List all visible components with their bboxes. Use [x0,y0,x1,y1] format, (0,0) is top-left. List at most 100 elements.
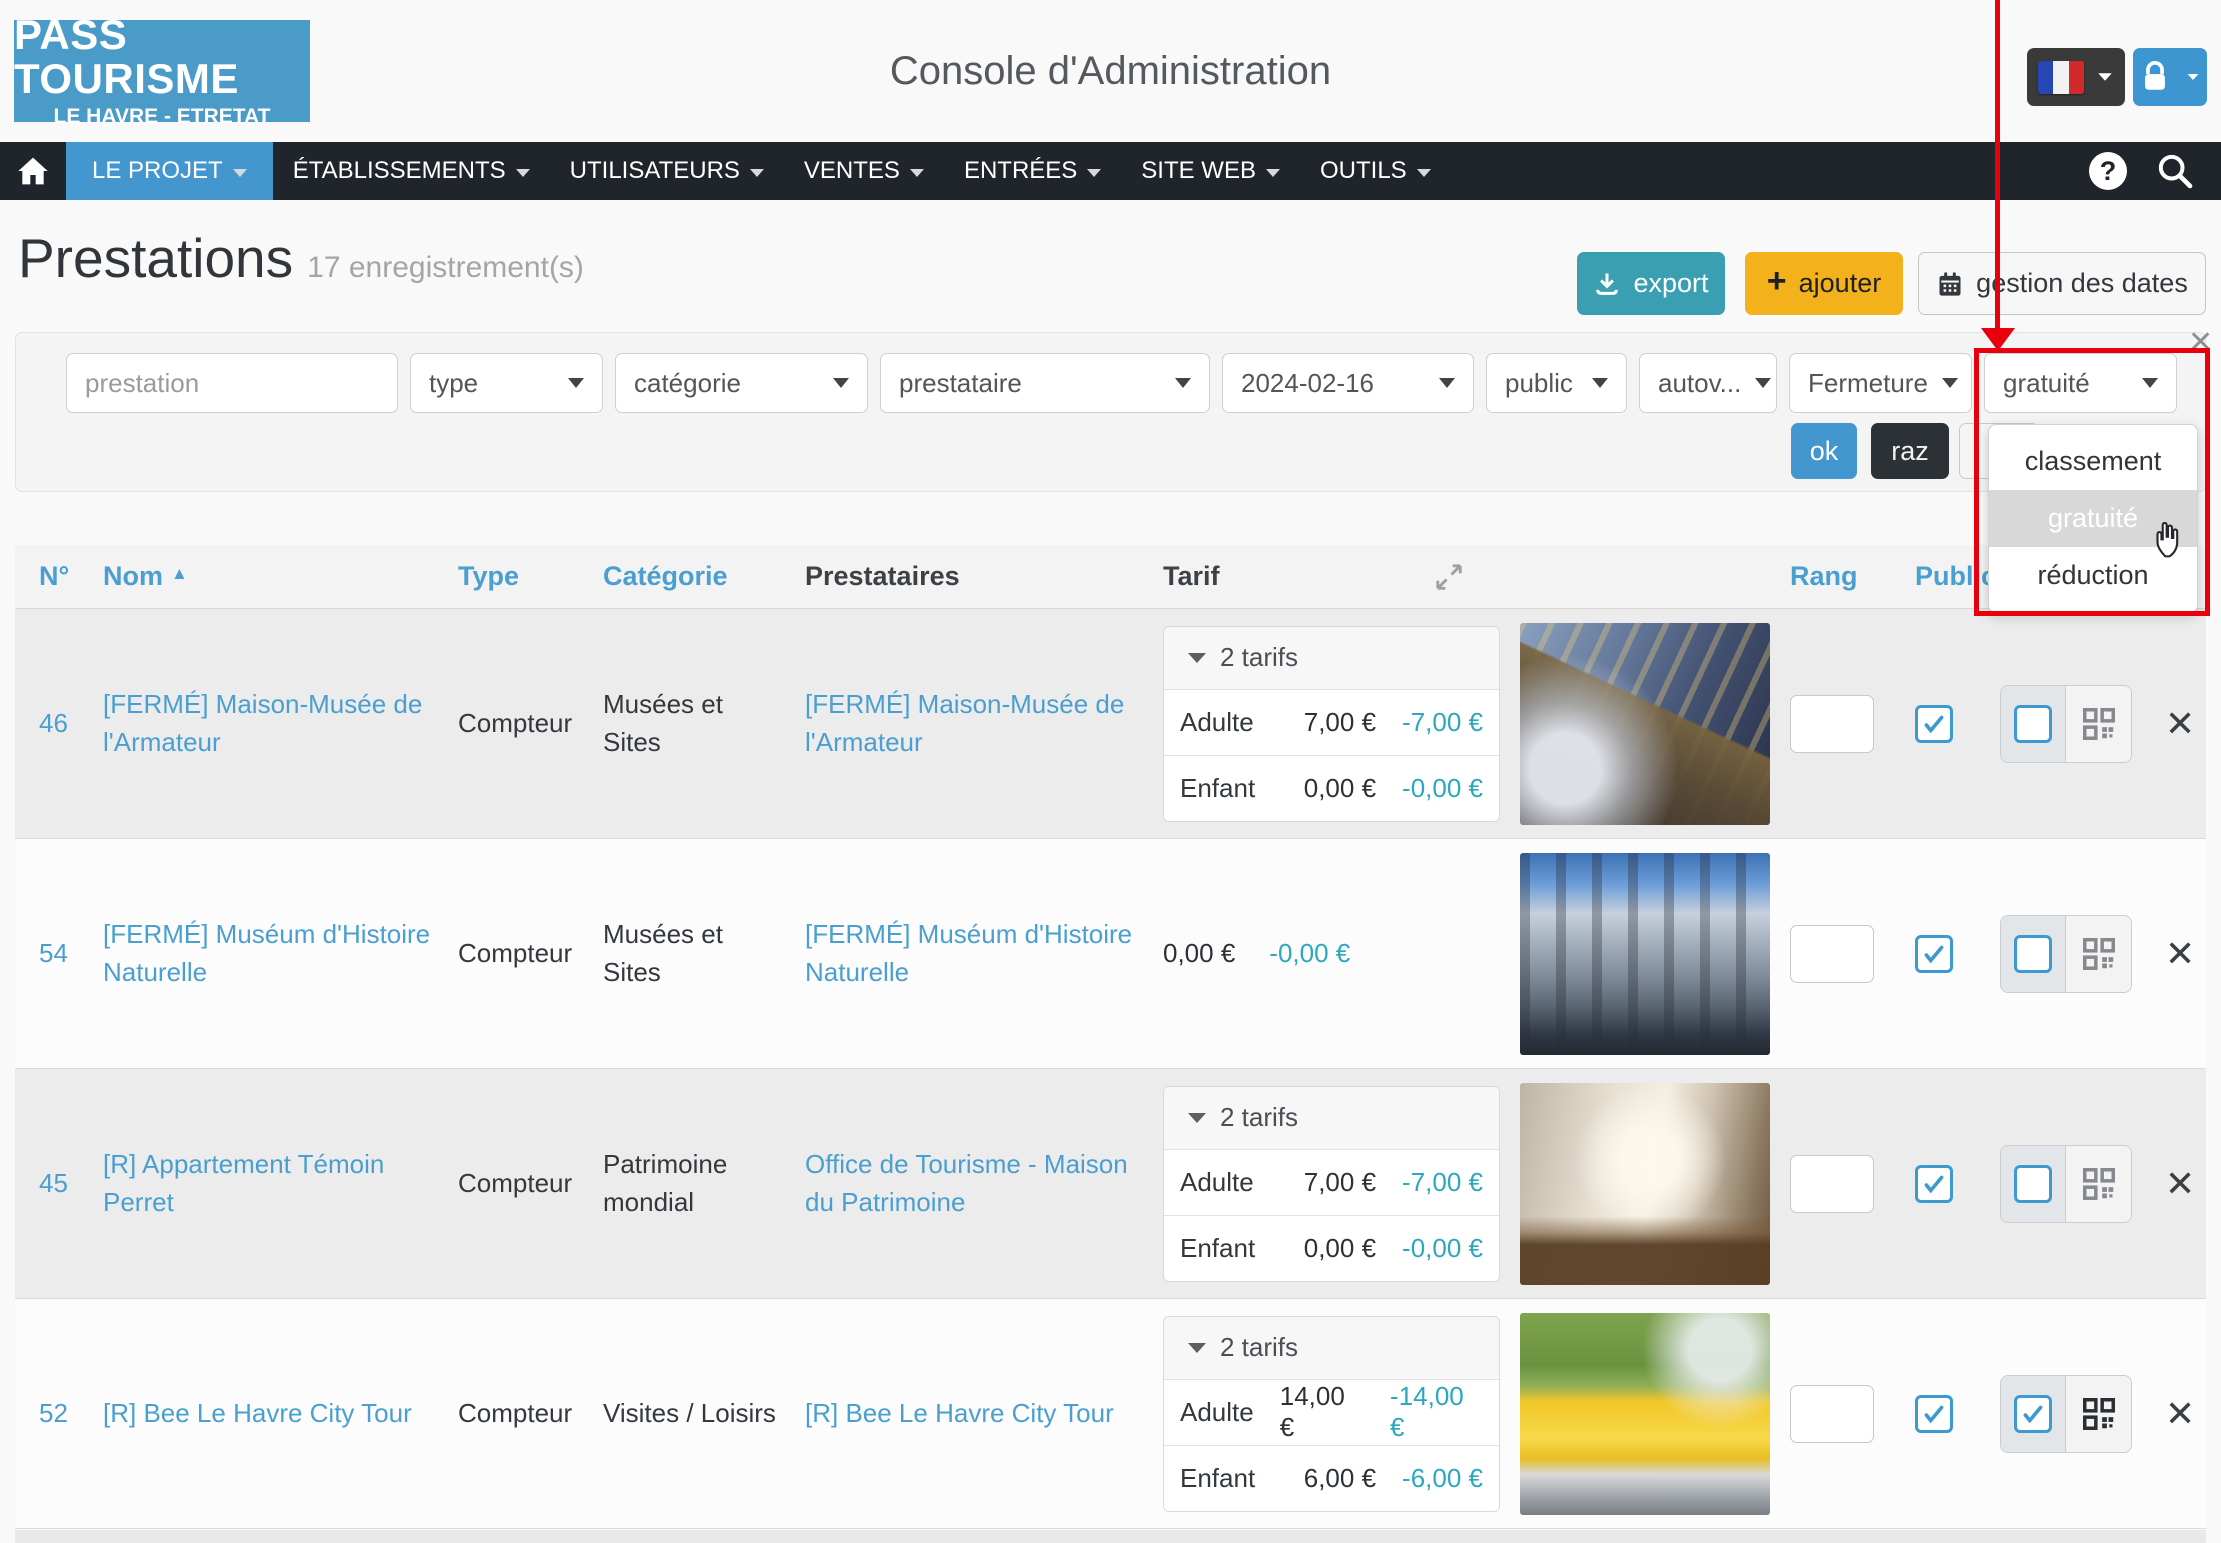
qr-code-icon [2080,935,2118,973]
download-icon [1593,270,1621,298]
select-cell[interactable] [2001,1376,2066,1452]
tarif-price: 0,00 € [1163,938,1235,969]
public-checkbox[interactable] [1915,1165,1953,1203]
col-header-tarif: Tarif [1163,561,1520,592]
nav-home-button[interactable] [0,142,66,200]
rang-input[interactable] [1790,1155,1874,1213]
qr-cell[interactable] [2066,686,2131,762]
rang-input[interactable] [1790,695,1874,753]
chevron-down-icon [516,169,530,177]
select-checkbox[interactable] [2014,705,2052,743]
chevron-down-icon [2098,73,2112,81]
chevron-down-icon [910,169,924,177]
row-num: 46 [39,708,103,739]
qr-cell[interactable] [2066,916,2131,992]
tarif-panel: 2 tarifsAdulte7,00 €-7,00 €Enfant0,00 €-… [1163,626,1500,822]
qr-code-icon [2080,705,2118,743]
select-cell[interactable] [2001,1146,2066,1222]
row-category: Patrimoine mondial [603,1146,777,1221]
chevron-down-icon [1942,378,1958,388]
tarif-label: Adulte [1180,1167,1278,1198]
prestation-name-link[interactable]: [FERMÉ] Maison-Musée de l'Armateur [103,689,422,757]
chevron-down-icon [1439,378,1455,388]
tarif-cell: 2 tarifsAdulte7,00 €-7,00 €Enfant0,00 €-… [1163,1086,1520,1282]
tarif-toggle[interactable]: 2 tarifs [1164,627,1499,689]
qr-cell[interactable] [2066,1376,2131,1452]
select-checkbox[interactable] [2014,1395,2052,1433]
provider-link[interactable]: [R] Bee Le Havre City Tour [805,1398,1114,1428]
nav-item-entrees[interactable]: ENTRÉES [944,142,1121,200]
type-select[interactable]: type [410,353,603,413]
chevron-down-icon [1266,169,1280,177]
language-dropdown-button[interactable] [2027,48,2125,106]
nav-item-etablissements[interactable]: ÉTABLISSEMENTS [273,142,550,200]
public-checkbox[interactable] [1915,705,1953,743]
autov-select[interactable]: autov... [1639,353,1777,413]
provider-link[interactable]: Office de Tourisme - Maison du Patrimoin… [805,1149,1128,1217]
tarif-discount: -7,00 € [1402,1167,1483,1198]
col-header-rang[interactable]: Rang [1790,561,1915,592]
expand-icon[interactable] [1434,562,1464,592]
search-input[interactable] [85,368,379,399]
tarif-line: Adulte7,00 €-7,00 € [1164,1149,1499,1215]
nav-item-le-projet[interactable]: LE PROJET [66,142,273,200]
search-icon[interactable] [2155,151,2195,191]
categorie-select[interactable]: catégorie [615,353,868,413]
help-icon[interactable]: ? [2089,152,2127,190]
tarif-toggle[interactable]: 2 tarifs [1164,1087,1499,1149]
table-row: 45 [R] Appartement Témoin Perret Compteu… [15,1069,2206,1299]
row-category: Musées et Sites [603,916,777,991]
add-button[interactable]: + ajouter [1745,252,1903,315]
provider-link[interactable]: [FERMÉ] Muséum d'Histoire Naturelle [805,919,1132,987]
col-header-nom[interactable]: Nom▲ [103,561,458,592]
tarif-toggle[interactable]: 2 tarifs [1164,1317,1499,1379]
chevron-down-icon [833,378,849,388]
select-checkbox[interactable] [2014,1165,2052,1203]
raz-button[interactable]: raz [1871,423,1949,479]
prestataire-select[interactable]: prestataire [880,353,1210,413]
caret-down-icon [1188,1343,1206,1353]
prestation-name-link[interactable]: [R] Bee Le Havre City Tour [103,1398,412,1428]
date-select[interactable]: 2024-02-16 [1222,353,1474,413]
provider-link[interactable]: [FERMÉ] Maison-Musée de l'Armateur [805,689,1124,757]
col-header-type[interactable]: Type [458,561,603,592]
col-header-num[interactable]: N° [39,561,103,592]
public-select[interactable]: public [1486,353,1627,413]
prestation-search-field[interactable] [66,353,398,413]
export-button[interactable]: export [1577,252,1725,315]
nav-item-utilisateurs[interactable]: UTILISATEURS [550,142,784,200]
caret-down-icon [1188,653,1206,663]
row-category: Visites / Loisirs [603,1395,777,1433]
table-row: 46 [FERMÉ] Maison-Musée de l'Armateur Co… [15,609,2206,839]
select-cell[interactable] [2001,686,2066,762]
nav-item-ventes[interactable]: VENTES [784,142,944,200]
account-lock-dropdown-button[interactable] [2133,48,2207,106]
qr-cell[interactable] [2066,1146,2131,1222]
public-checkbox[interactable] [1915,1395,1953,1433]
nav-item-site-web[interactable]: SITE WEB [1121,142,1300,200]
delete-icon[interactable]: ✕ [2165,1163,2195,1204]
rang-input[interactable] [1790,1385,1874,1443]
public-checkbox[interactable] [1915,935,1953,973]
next-row-edge [15,1530,2206,1543]
prestation-name-link[interactable]: [FERMÉ] Muséum d'Histoire Naturelle [103,919,430,987]
tarif-cell: 0,00 €-0,00 € [1163,938,1520,969]
rang-input[interactable] [1790,925,1874,983]
select-cell[interactable] [2001,916,2066,992]
tarif-line: Adulte14,00 €-14,00 € [1164,1379,1499,1445]
visibility-qr-control [2000,685,2132,763]
row-num: 52 [39,1398,103,1429]
page-title-console: Console d'Administration [0,0,2221,142]
select-checkbox[interactable] [2014,935,2052,973]
manage-dates-button[interactable]: gestion des dates [1918,252,2206,315]
table-row: 52 [R] Bee Le Havre City Tour Compteur V… [15,1299,2206,1529]
delete-icon[interactable]: ✕ [2165,703,2195,744]
col-header-categorie[interactable]: Catégorie [603,561,805,592]
sort-asc-icon: ▲ [171,564,188,583]
nav-item-outils[interactable]: OUTILS [1300,142,1451,200]
prestation-name-link[interactable]: [R] Appartement Témoin Perret [103,1149,384,1217]
fermeture-select[interactable]: Fermeture [1789,353,1972,413]
delete-icon[interactable]: ✕ [2165,1393,2195,1434]
ok-button[interactable]: ok [1791,423,1857,479]
delete-icon[interactable]: ✕ [2165,933,2195,974]
